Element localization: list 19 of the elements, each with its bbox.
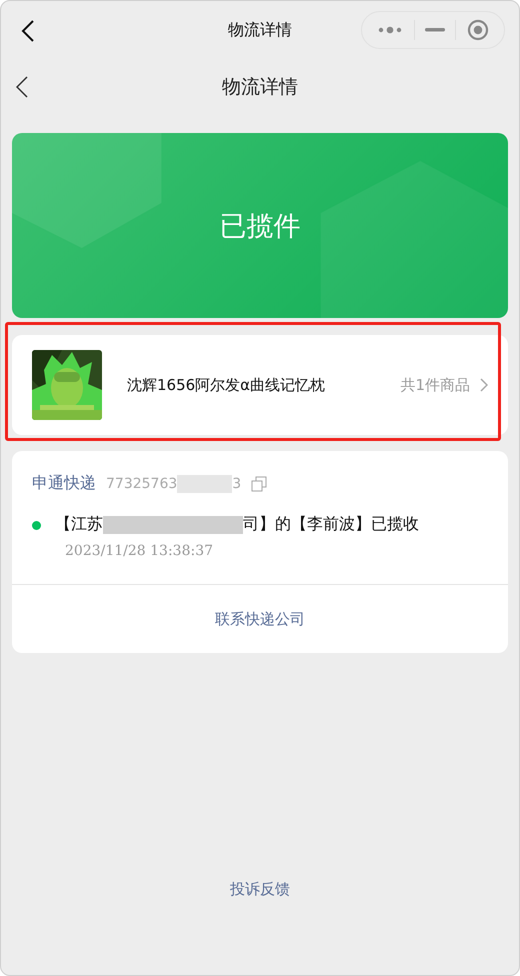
feedback-link[interactable]: 投诉反馈: [230, 880, 290, 899]
chevron-right-icon: [480, 378, 488, 392]
close-icon[interactable]: [466, 19, 489, 41]
product-card[interactable]: 沈辉1656阿尔发α曲线记忆枕 共1件商品: [12, 335, 508, 435]
page-title: 物流详情: [222, 75, 298, 100]
back-icon[interactable]: [16, 76, 28, 98]
copy-icon[interactable]: [251, 476, 268, 492]
minimize-icon[interactable]: [424, 28, 445, 32]
event-text: 【江苏 司】的【李前波】已揽收: [55, 514, 419, 535]
tracking-number: 77325763 3: [106, 474, 242, 492]
status-text: 已揽件: [220, 210, 300, 244]
item-count: 共1件商品: [400, 376, 470, 394]
contact-courier-button[interactable]: 联系快递公司: [12, 585, 508, 653]
product-name: 沈辉1656阿尔发α曲线记忆枕: [127, 376, 326, 394]
carrier-name: 申通快递: [32, 473, 96, 494]
window-title: 物流详情: [228, 20, 292, 40]
event-time: 2023/11/28 13:38:37: [65, 543, 214, 559]
back-icon[interactable]: [21, 19, 35, 43]
more-icon[interactable]: [377, 25, 404, 35]
